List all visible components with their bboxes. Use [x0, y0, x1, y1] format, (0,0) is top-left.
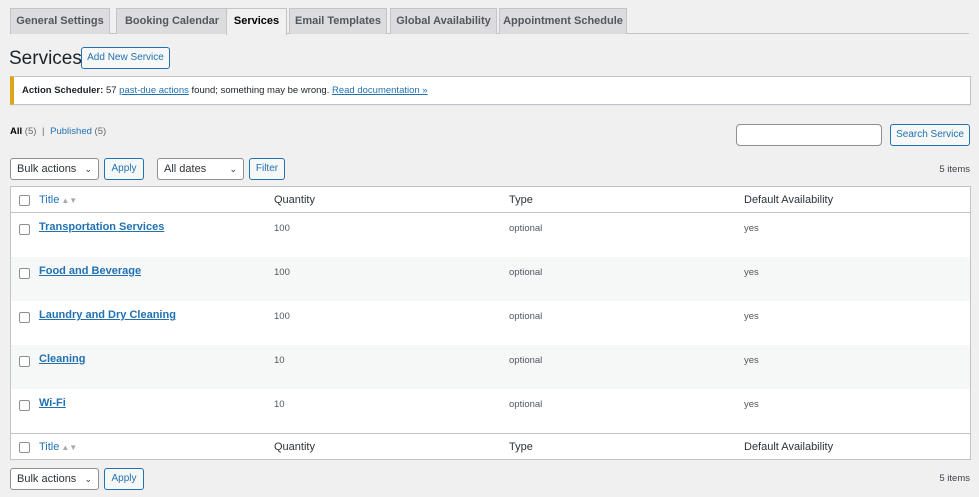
chevron-down-icon: ⌄	[229, 164, 237, 174]
bulk-actions-select-bottom[interactable]: Bulk actions ⌄	[10, 468, 99, 490]
sort-icon: ▲▼	[61, 196, 78, 205]
action-scheduler-notice: Action Scheduler: 57 past-due actions fo…	[10, 76, 971, 105]
service-title-link[interactable]: Transportation Services	[39, 221, 164, 233]
search-service-button[interactable]: Search Service	[890, 124, 970, 146]
type-cell: optional	[509, 311, 543, 322]
availability-cell: yes	[744, 355, 759, 366]
notice-middle: found; something may be wrong.	[191, 85, 330, 96]
past-due-actions-link[interactable]: past-due actions	[119, 85, 189, 96]
table-row: Laundry and Dry Cleaning 100 optional ye…	[11, 301, 970, 345]
row-checkbox[interactable]	[19, 400, 30, 411]
column-type-header: Type	[509, 194, 533, 206]
select-all-checkbox[interactable]	[19, 442, 30, 453]
status-views: All (5) | Published (5)	[10, 126, 106, 137]
date-filter-value: All dates	[164, 163, 207, 175]
bulk-actions-value: Bulk actions	[17, 163, 77, 175]
tab-email-templates[interactable]: Email Templates	[289, 8, 387, 34]
tab-appointment-schedule[interactable]: Appointment Schedule	[499, 8, 627, 34]
chevron-down-icon: ⌄	[84, 164, 92, 174]
column-title-header[interactable]: Title ▲▼	[39, 194, 77, 206]
service-title-link[interactable]: Food and Beverage	[39, 265, 141, 277]
column-quantity-footer: Quantity	[274, 441, 315, 453]
table-row: Transportation Services 100 optional yes	[11, 213, 970, 257]
page-title: Services	[9, 48, 82, 69]
filter-button[interactable]: Filter	[249, 158, 285, 180]
type-cell: optional	[509, 267, 543, 278]
availability-cell: yes	[744, 267, 759, 278]
date-filter-select[interactable]: All dates ⌄	[157, 158, 244, 180]
availability-cell: yes	[744, 399, 759, 410]
table-header: Title ▲▼ Quantity Type Default Availabili…	[11, 187, 970, 213]
add-new-service-button[interactable]: Add New Service	[81, 47, 170, 69]
table-row: Food and Beverage 100 optional yes	[11, 257, 970, 301]
column-availability-footer: Default Availability	[744, 441, 834, 453]
service-title-link[interactable]: Laundry and Dry Cleaning	[39, 309, 176, 321]
table-row: Cleaning 10 optional yes	[11, 345, 970, 389]
column-quantity-header: Quantity	[274, 194, 315, 206]
services-table: Title ▲▼ Quantity Type Default Availabili…	[10, 186, 971, 460]
tab-global-availability[interactable]: Global Availability	[390, 8, 497, 34]
apply-button-bottom[interactable]: Apply	[104, 468, 144, 490]
view-separator: |	[42, 126, 45, 137]
row-checkbox[interactable]	[19, 268, 30, 279]
service-title-link[interactable]: Cleaning	[39, 353, 85, 365]
row-checkbox[interactable]	[19, 356, 30, 367]
table-footer: Title ▲▼ Quantity Type Default Availabili…	[11, 433, 970, 459]
bulk-actions-select[interactable]: Bulk actions ⌄	[10, 158, 99, 180]
quantity-cell: 10	[274, 399, 285, 410]
column-type-footer: Type	[509, 441, 533, 453]
type-cell: optional	[509, 399, 543, 410]
quantity-cell: 10	[274, 355, 285, 366]
column-availability-header: Default Availability	[744, 194, 834, 206]
quantity-cell: 100	[274, 223, 290, 234]
type-cell: optional	[509, 223, 543, 234]
quantity-cell: 100	[274, 267, 290, 278]
view-all-link[interactable]: All	[10, 126, 22, 137]
quantity-cell: 100	[274, 311, 290, 322]
tab-general-settings[interactable]: General Settings	[10, 8, 110, 34]
tab-booking-calendar[interactable]: Booking Calendar	[116, 8, 228, 34]
tab-services[interactable]: Services	[226, 8, 287, 35]
notice-prefix: Action Scheduler:	[22, 85, 104, 96]
items-count-bottom: 5 items	[939, 473, 970, 484]
select-all-checkbox[interactable]	[19, 195, 30, 206]
items-count: 5 items	[939, 164, 970, 175]
type-cell: optional	[509, 355, 543, 366]
availability-cell: yes	[744, 311, 759, 322]
search-input[interactable]	[736, 124, 882, 146]
column-title-footer[interactable]: Title ▲▼	[39, 441, 77, 453]
availability-cell: yes	[744, 223, 759, 234]
sort-icon: ▲▼	[61, 443, 78, 452]
row-checkbox[interactable]	[19, 312, 30, 323]
bulk-actions-value: Bulk actions	[17, 473, 77, 485]
service-title-link[interactable]: Wi-Fi	[39, 397, 66, 409]
view-published-link[interactable]: Published	[50, 126, 92, 137]
read-documentation-link[interactable]: Read documentation »	[332, 85, 428, 96]
row-checkbox[interactable]	[19, 224, 30, 235]
table-row: Wi-Fi 10 optional yes	[11, 389, 970, 433]
apply-button[interactable]: Apply	[104, 158, 144, 180]
settings-tabs: General Settings Booking Calendar Servic…	[10, 8, 969, 35]
notice-count: 57	[105, 85, 117, 96]
chevron-down-icon: ⌄	[84, 474, 92, 484]
view-published-count: (5)	[94, 126, 107, 137]
view-all-count: (5)	[24, 126, 37, 137]
